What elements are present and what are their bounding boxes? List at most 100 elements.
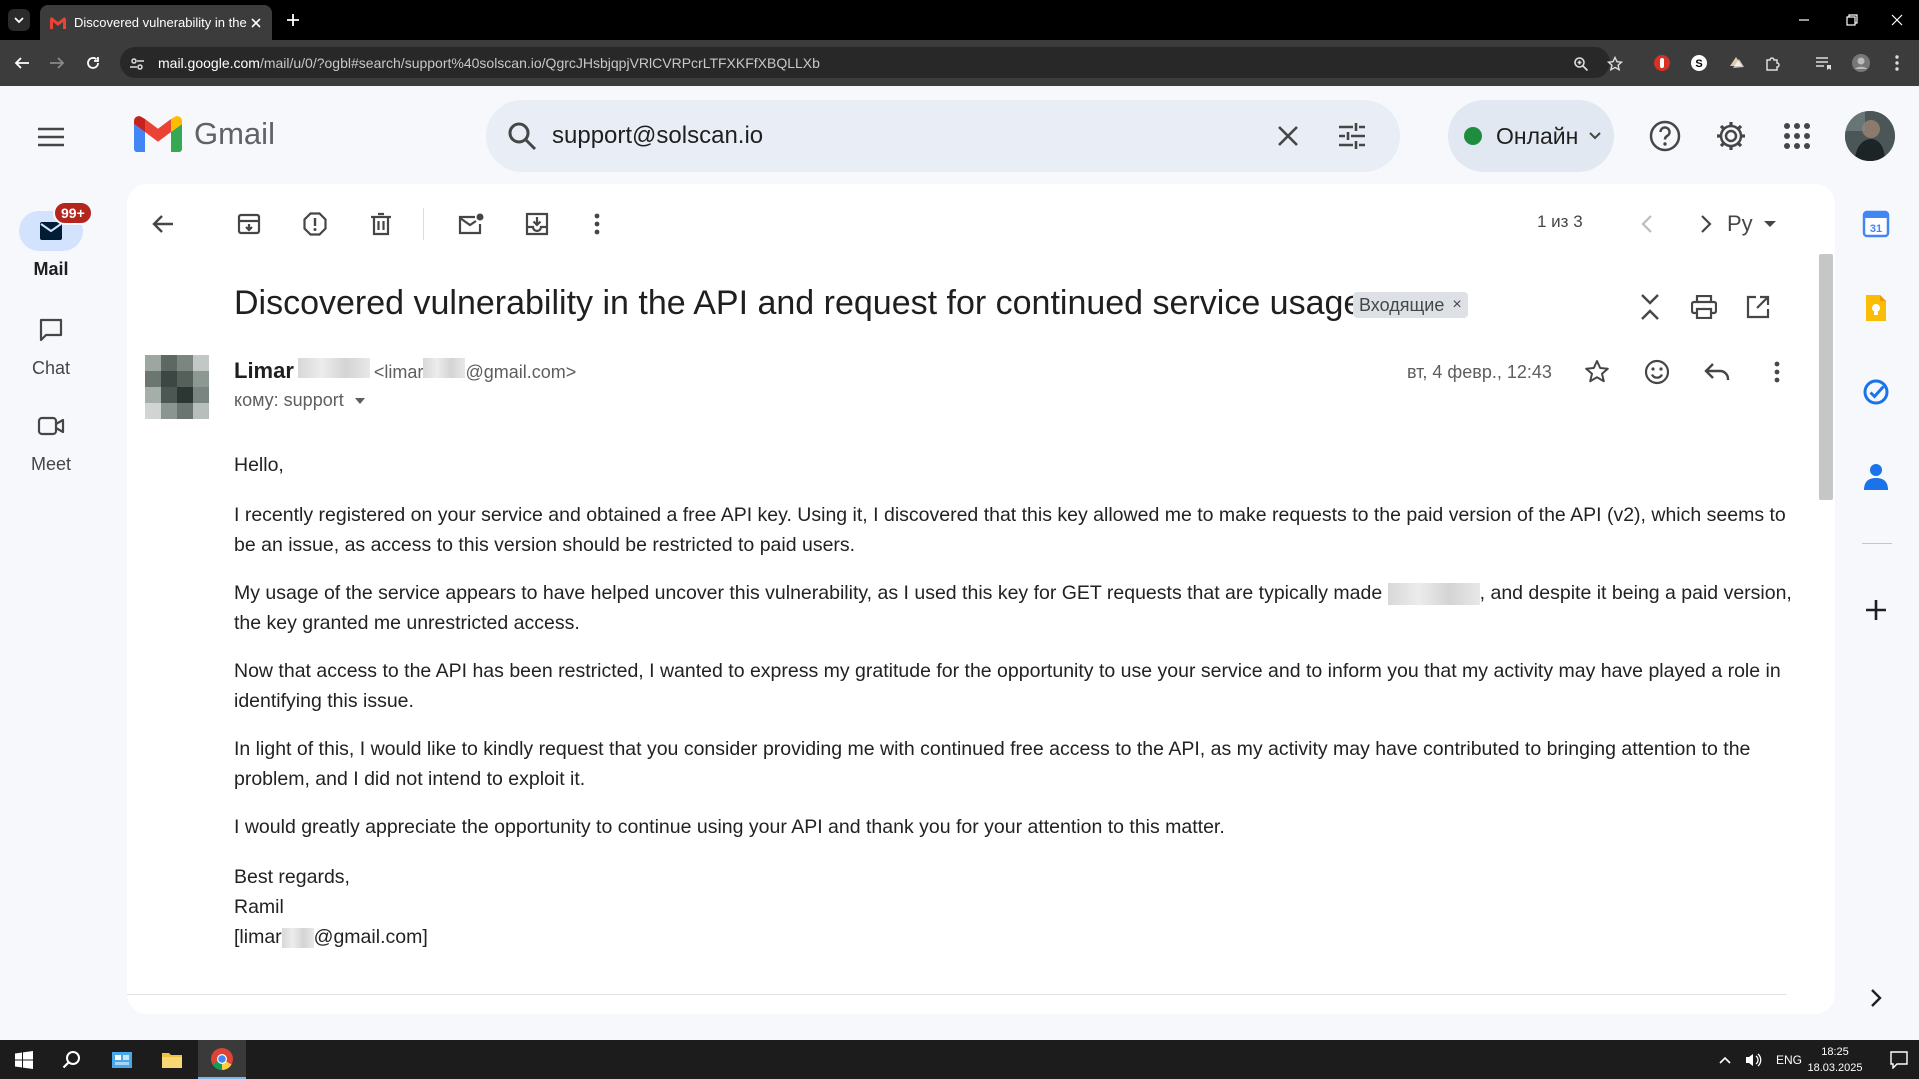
taskbar-search-button[interactable] [48,1040,96,1079]
message-view: 1 из 3 Ру Discovered vulnerability in th… [127,184,1835,1014]
zoom-icon[interactable] [1572,55,1590,73]
tab-close-button[interactable] [250,17,262,29]
profile-icon[interactable] [1850,52,1872,74]
forward-button[interactable] [44,50,70,76]
tasks-app-button[interactable] [1856,372,1896,412]
message-more-button[interactable] [1759,354,1795,390]
chevron-up-icon[interactable] [1718,1055,1732,1065]
extension-red-icon[interactable] [1651,52,1673,74]
search-input[interactable] [552,118,1252,154]
close-window-button[interactable] [1875,0,1919,40]
search-icon[interactable] [506,120,538,152]
mail-pill[interactable]: 99+ [19,201,93,251]
hide-side-panel-button[interactable] [1856,978,1896,1018]
clear-search-button[interactable] [1270,118,1306,154]
restore-window-button[interactable] [1830,0,1874,40]
keep-app-button[interactable] [1856,288,1896,328]
apps-grid-icon [1784,123,1810,149]
system-clock[interactable]: 18:25 18.03.2025 [1800,1044,1870,1076]
address-bar[interactable]: mail.google.com/mail/u/0/?ogbl#search/su… [120,47,1610,78]
minimize-window-button[interactable] [1782,0,1826,40]
collapse-all-button[interactable] [1633,290,1667,324]
tasks-icon [1863,379,1889,405]
mark-unread-icon [458,213,484,235]
browser-menu-icon[interactable] [1886,52,1908,74]
newer-button[interactable] [1629,206,1665,242]
mark-unread-button[interactable] [453,206,489,242]
svg-text:S: S [1695,58,1702,70]
volume-icon[interactable] [1744,1052,1762,1068]
search-options-button[interactable] [1334,118,1370,154]
move-to-inbox-icon [525,212,549,236]
chat-pill[interactable] [19,310,83,350]
more-actions-button[interactable] [579,206,615,242]
scrollbar-thumb[interactable] [1819,254,1833,500]
status-selector[interactable]: Онлайн [1448,100,1614,172]
extensions-puzzle-icon[interactable] [1762,52,1784,74]
remove-label-button[interactable]: × [1452,296,1461,314]
pagination-label: 1 из 3 [1537,212,1583,231]
sender-name[interactable]: Limar [234,358,294,384]
toolbar-divider [423,208,424,240]
star-button[interactable] [1579,354,1615,390]
calendar-icon: 31 [1862,210,1890,238]
reload-button[interactable] [80,50,106,76]
add-reaction-button[interactable] [1639,354,1675,390]
recipients-toggle[interactable]: кому: support [234,390,366,411]
inbox-label-chip[interactable]: Входящие × [1353,292,1468,318]
extension-wallet-icon[interactable] [1726,52,1748,74]
main-menu-button[interactable] [32,118,70,156]
print-button[interactable] [1687,290,1721,324]
extension-s-icon[interactable]: S [1688,52,1710,74]
back-to-search-button[interactable] [145,206,181,242]
input-tools-button[interactable]: Ру [1727,206,1777,242]
body-paragraph-4: In light of this, I would like to kindly… [234,738,1751,790]
account-avatar[interactable] [1845,111,1895,161]
help-icon [1649,120,1681,152]
settings-button[interactable] [1711,116,1751,156]
reading-list-icon[interactable] [1812,52,1834,74]
move-to-button[interactable] [519,206,555,242]
bookmark-star-icon[interactable] [1606,55,1624,73]
video-camera-icon [37,416,65,436]
archive-button[interactable] [231,206,267,242]
chevron-right-icon [1871,989,1882,1007]
reply-button[interactable] [1699,354,1735,390]
contacts-app-button[interactable] [1856,456,1896,496]
delete-button[interactable] [363,206,399,242]
taskbar-file-explorer[interactable] [148,1040,196,1079]
restore-icon [1846,14,1858,26]
message-body: Hello, I recently registered on your ser… [234,450,1794,952]
message-subject: Discovered vulnerability in the API and … [234,284,1363,322]
rail-meet[interactable]: Meet [14,406,88,475]
rail-chat[interactable]: Chat [14,310,88,379]
site-info-icon[interactable] [128,55,146,73]
get-addons-button[interactable] [1856,590,1896,630]
chevron-down-icon [14,17,24,24]
new-tab-button[interactable] [282,9,304,31]
tab-search-button[interactable] [8,9,30,31]
older-button[interactable] [1688,206,1724,242]
rail-mail[interactable]: 99+ Mail [14,201,93,280]
print-icon [1691,295,1717,319]
meet-pill[interactable] [19,406,83,446]
start-button[interactable] [0,1040,48,1079]
search-bar[interactable] [486,100,1400,172]
open-in-new-icon [1746,295,1770,319]
report-spam-button[interactable] [297,206,333,242]
gear-icon [1717,122,1745,150]
gmail-logo[interactable]: Gmail [134,116,275,152]
taskbar-app-store[interactable] [98,1040,146,1079]
keyboard-language[interactable]: ENG [1776,1053,1802,1067]
browser-tab-active[interactable]: Discovered vulnerability in the API and … [40,5,272,40]
taskbar-chrome[interactable] [198,1040,246,1079]
reload-icon [87,57,99,69]
notifications-button[interactable] [1875,1040,1919,1079]
support-button[interactable] [1645,116,1685,156]
sender-avatar[interactable] [145,355,209,419]
calendar-app-button[interactable]: 31 [1856,204,1896,244]
open-in-new-window-button[interactable] [1741,290,1775,324]
back-button[interactable] [9,50,35,76]
rail-meet-label: Meet [30,454,72,474]
google-apps-button[interactable] [1777,116,1817,156]
